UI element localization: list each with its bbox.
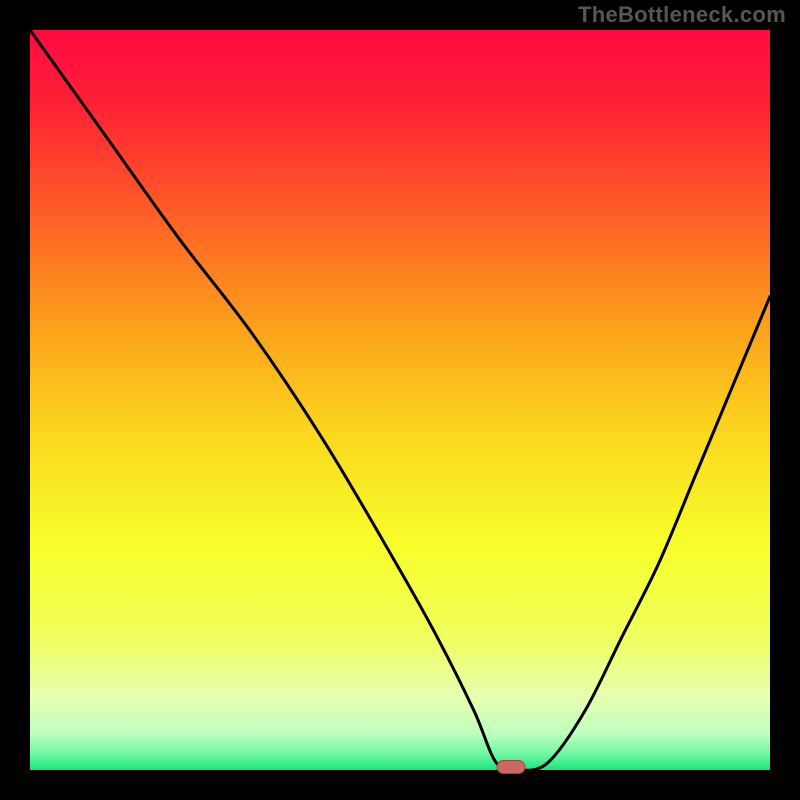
chart-container: TheBottleneck.com	[0, 0, 800, 800]
optimal-point-marker	[497, 761, 525, 774]
gradient-background	[30, 30, 770, 770]
watermark: TheBottleneck.com	[578, 2, 786, 28]
bottleneck-curve-chart	[0, 0, 800, 800]
